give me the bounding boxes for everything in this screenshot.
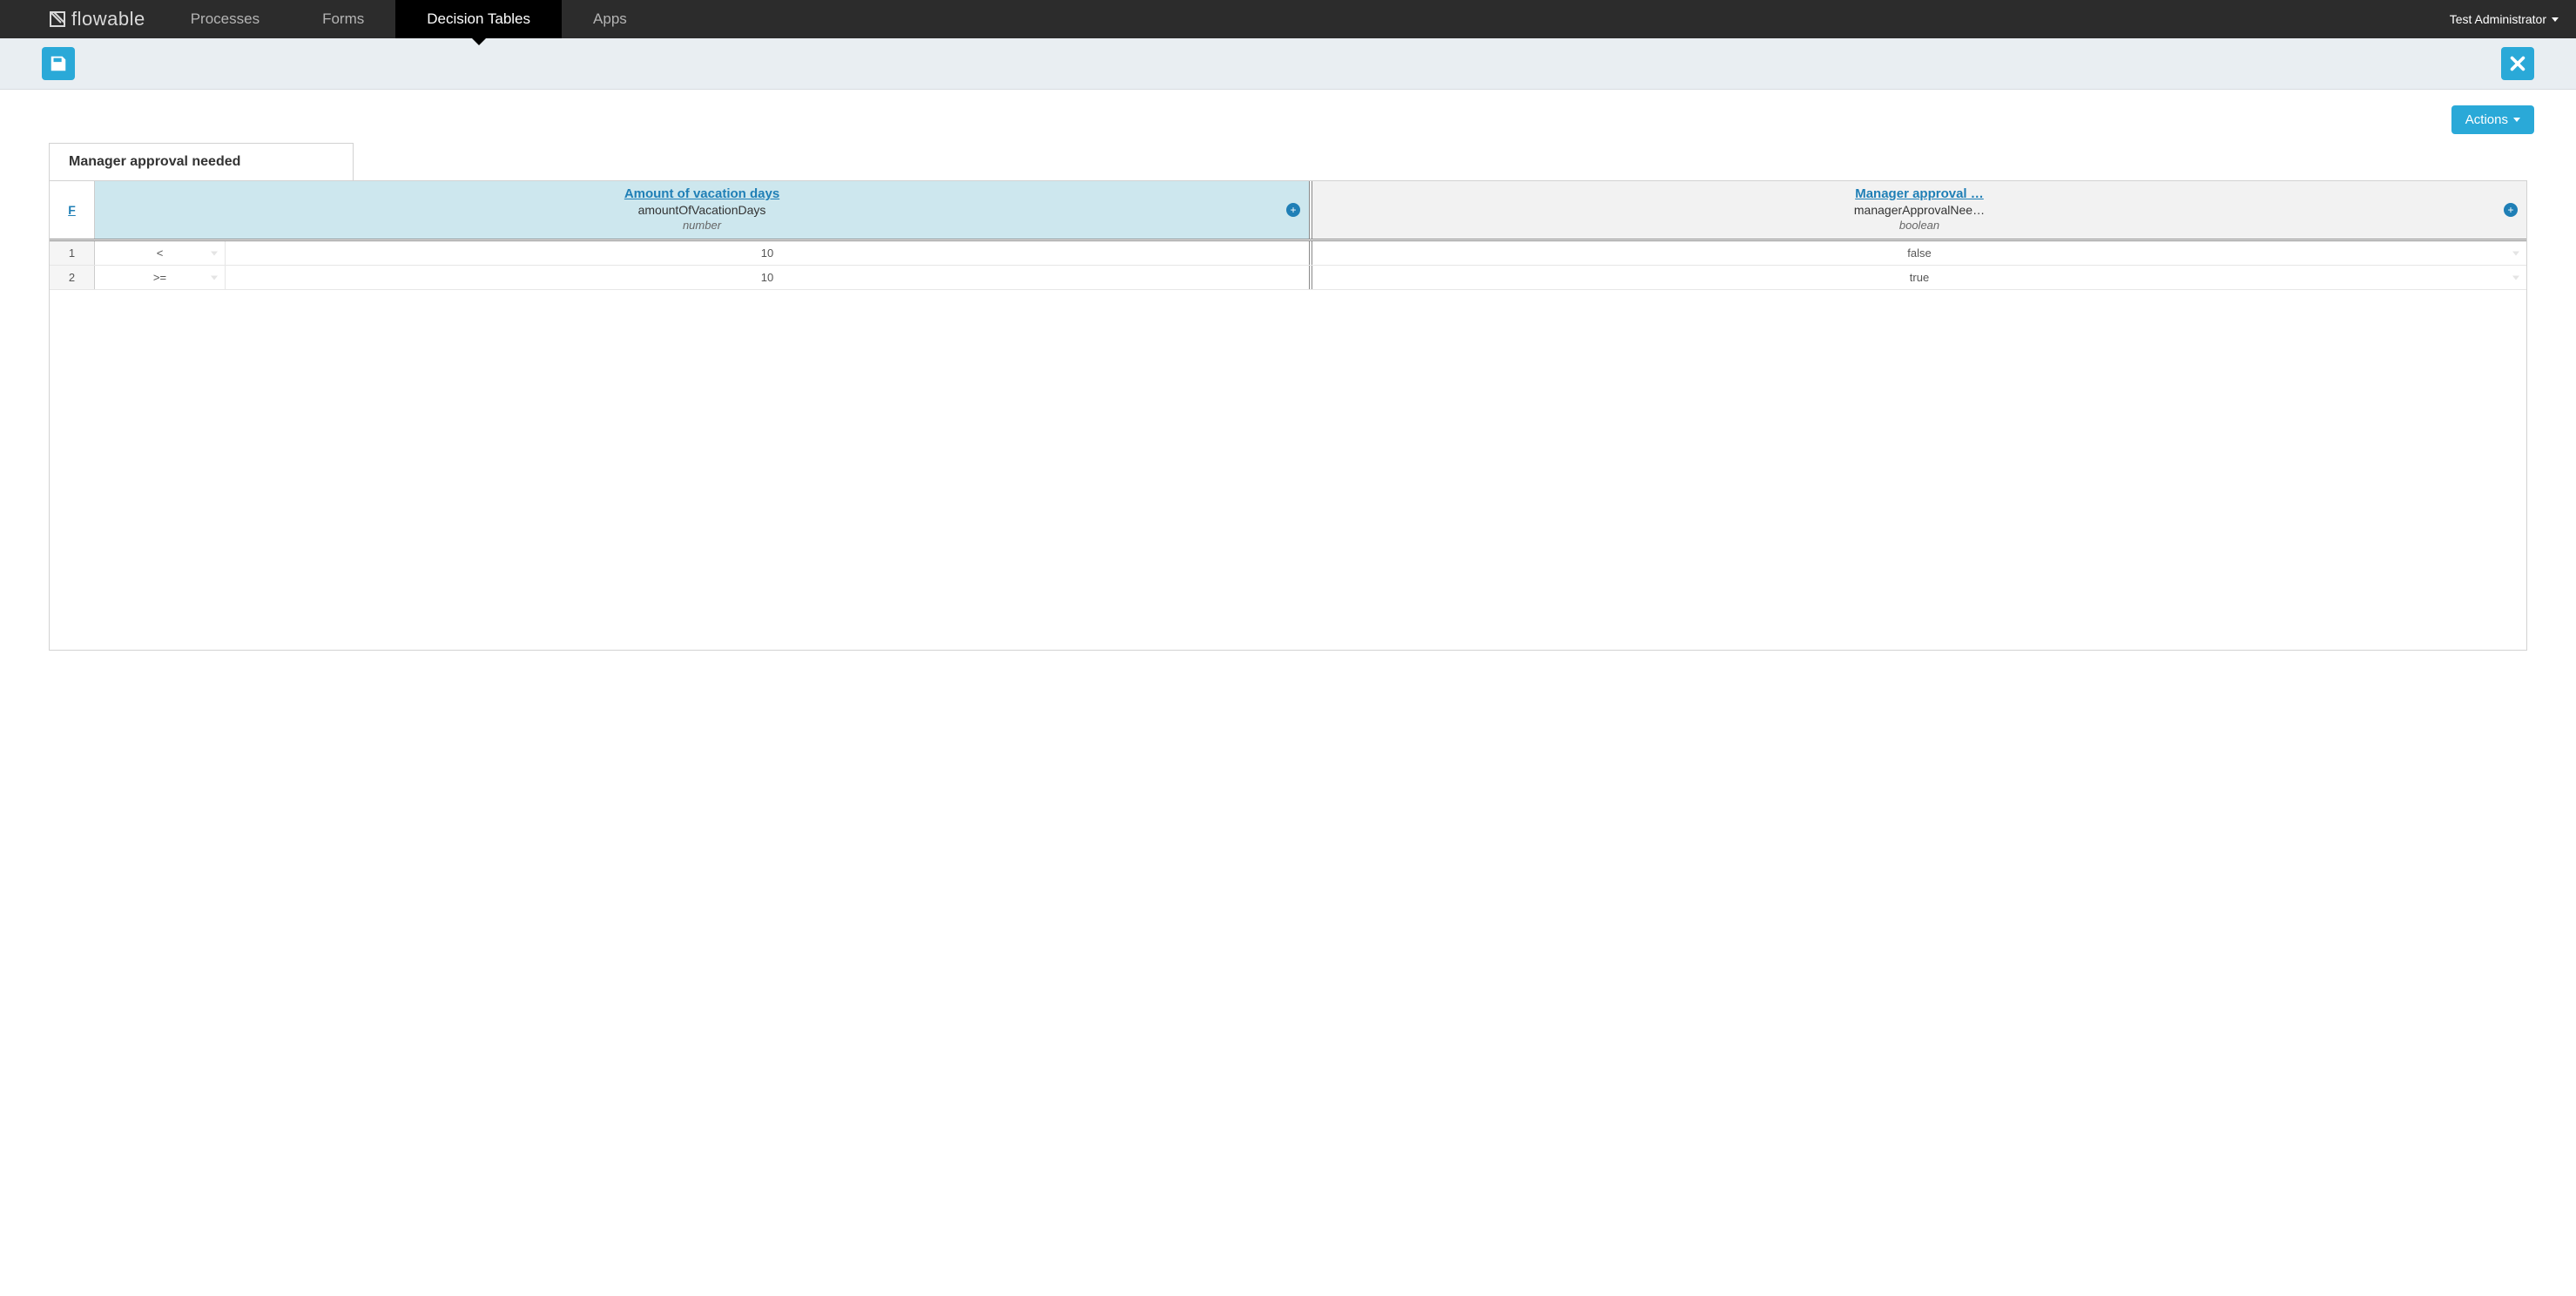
brand-icon <box>49 10 66 28</box>
decision-table-tab-label: Manager approval needed <box>69 154 240 169</box>
row-number[interactable]: 1 <box>50 241 95 265</box>
nav-apps[interactable]: Apps <box>562 0 658 38</box>
table-row: 1 < 10 false <box>50 241 2526 266</box>
nav-decision-tables-label: Decision Tables <box>427 10 530 28</box>
output-value-cell[interactable]: true <box>1312 266 2526 289</box>
dropdown-caret-icon <box>2512 275 2519 280</box>
input-column-type: number <box>102 219 1302 232</box>
output-column-type: boolean <box>1319 219 2519 232</box>
plus-icon: + <box>2507 204 2513 216</box>
input-value: 10 <box>761 246 773 260</box>
nav-forms-label: Forms <box>322 10 364 28</box>
input-column-variable: amountOfVacationDays <box>102 203 1302 217</box>
row-number[interactable]: 2 <box>50 266 95 289</box>
input-column-title[interactable]: Amount of vacation days <box>102 186 1302 201</box>
actions-label: Actions <box>2465 112 2508 127</box>
save-button[interactable] <box>42 47 75 80</box>
operator-cell[interactable]: >= <box>95 266 226 289</box>
editor-toolbar <box>0 38 2576 90</box>
tab-strip: Manager approval needed <box>49 143 2527 180</box>
output-column-variable: managerApprovalNee… <box>1319 203 2519 217</box>
input-value: 10 <box>761 271 773 284</box>
input-value-cell[interactable]: 10 <box>226 241 1309 265</box>
output-value-cell[interactable]: false <box>1312 241 2526 265</box>
brand-text: flowable <box>71 8 145 30</box>
user-menu[interactable]: Test Administrator <box>2432 0 2576 38</box>
nav-processes[interactable]: Processes <box>159 0 291 38</box>
decision-table-tab[interactable]: Manager approval needed <box>49 143 354 180</box>
plus-icon: + <box>1290 204 1296 216</box>
decision-table-header-row: F Amount of vacation days amountOfVacati… <box>50 181 2526 241</box>
close-icon <box>2508 54 2527 73</box>
top-navbar: flowable Processes Forms Decision Tables… <box>0 0 2576 38</box>
caret-down-icon <box>2513 118 2520 122</box>
operator-cell[interactable]: < <box>95 241 226 265</box>
save-icon <box>49 54 68 73</box>
actions-dropdown-button[interactable]: Actions <box>2451 105 2534 134</box>
brand-logo[interactable]: flowable <box>0 0 159 38</box>
operator-value: < <box>157 246 164 260</box>
input-value-cell[interactable]: 10 <box>226 266 1309 289</box>
nav-forms[interactable]: Forms <box>291 0 395 38</box>
dropdown-caret-icon <box>2512 251 2519 255</box>
nav-apps-label: Apps <box>593 10 627 28</box>
content-area: Manager approval needed F Amount of vaca… <box>0 143 2576 668</box>
dropdown-caret-icon <box>211 275 218 280</box>
nav-processes-label: Processes <box>191 10 260 28</box>
output-value: false <box>1907 246 1931 260</box>
add-input-column-button[interactable]: + <box>1286 203 1300 217</box>
chevron-down-icon <box>2552 17 2559 22</box>
dropdown-caret-icon <box>211 251 218 255</box>
user-name: Test Administrator <box>2450 12 2546 26</box>
operator-value: >= <box>153 271 166 284</box>
table-row: 2 >= 10 true <box>50 266 2526 290</box>
close-button[interactable] <box>2501 47 2534 80</box>
output-column-header[interactable]: Manager approval … managerApprovalNee… b… <box>1312 181 2526 239</box>
input-column-header[interactable]: Amount of vacation days amountOfVacation… <box>95 181 1309 239</box>
output-column-title[interactable]: Manager approval … <box>1319 186 2519 201</box>
hit-policy-cell[interactable]: F <box>50 181 95 239</box>
hit-policy-link[interactable]: F <box>68 203 76 217</box>
nav-decision-tables[interactable]: Decision Tables <box>395 0 562 38</box>
add-output-column-button[interactable]: + <box>2504 203 2518 217</box>
output-value: true <box>1910 271 1929 284</box>
actions-row: Actions <box>0 90 2576 143</box>
decision-table-grid: F Amount of vacation days amountOfVacati… <box>49 180 2527 651</box>
